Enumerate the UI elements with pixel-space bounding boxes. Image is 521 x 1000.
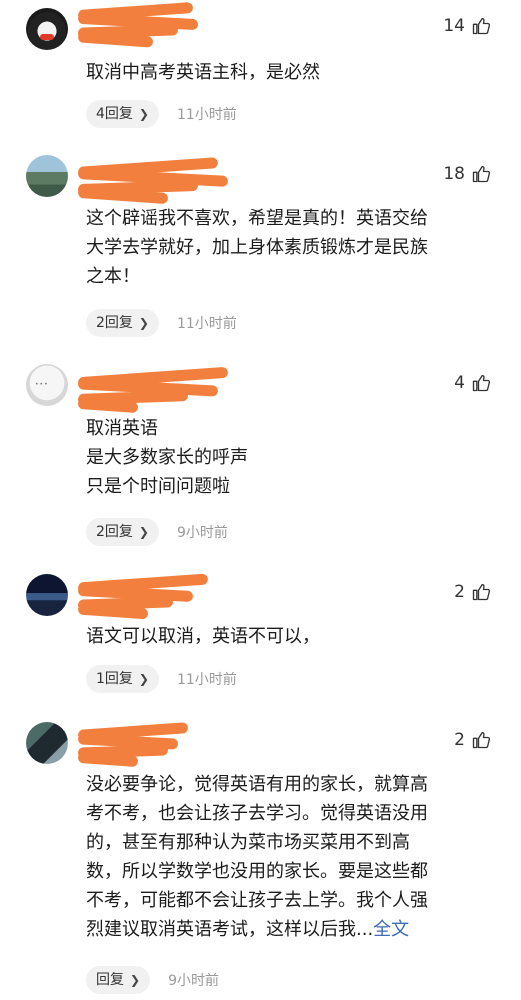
chevron-right-icon: ❯ [138, 672, 149, 686]
thumbs-up-icon [472, 374, 491, 392]
like-button[interactable]: 4 [454, 373, 491, 393]
chevron-right-icon: ❯ [138, 107, 149, 121]
redacted-username [77, 722, 189, 768]
reply-button[interactable]: 4回复 ❯ [86, 100, 159, 128]
reply-button[interactable]: 1回复 ❯ [86, 665, 159, 693]
timestamp: 11小时前 [176, 107, 237, 123]
timestamp: 11小时前 [176, 672, 237, 688]
avatar[interactable] [26, 722, 68, 764]
redacted-username [77, 157, 229, 205]
reply-button[interactable]: 回复 ❯ [86, 966, 151, 994]
comment-meta: 2回复 ❯ 11小时前 [86, 309, 237, 337]
timestamp: 9小时前 [168, 973, 219, 989]
comment-text: 取消英语 是大多数家长的呼声 只是个时间问题啦 [86, 418, 248, 497]
comment-meta: 4回复 ❯ 11小时前 [86, 100, 237, 128]
redacted-username [77, 2, 203, 48]
comment-text: 没必要争论，觉得英语有用的家长，就算高 考不考，也会让孩子去学习。觉得英语没用 … [86, 770, 491, 944]
thumbs-up-icon [472, 17, 491, 35]
reply-button[interactable]: 2回复 ❯ [86, 518, 159, 546]
thumbs-up-icon [472, 731, 491, 749]
chevron-right-icon: ❯ [138, 525, 149, 539]
reply-label: 1回复 [96, 671, 133, 687]
like-button[interactable]: 2 [454, 730, 491, 750]
reply-label: 2回复 [96, 315, 133, 331]
avatar[interactable] [26, 364, 68, 406]
like-button[interactable]: 2 [454, 582, 491, 602]
like-count: 14 [443, 16, 465, 36]
like-count: 4 [454, 373, 465, 393]
thumbs-up-icon [472, 165, 491, 183]
like-count: 18 [443, 164, 465, 184]
like-button[interactable]: 14 [443, 16, 491, 36]
reply-label: 4回复 [96, 106, 133, 122]
like-count: 2 [454, 582, 465, 602]
avatar[interactable] [26, 574, 68, 616]
thumbs-up-icon [472, 583, 491, 601]
avatar[interactable] [26, 155, 68, 197]
expand-full-text-link[interactable]: 全文 [373, 919, 409, 940]
comment-text: 语文可以取消，英语不可以， [86, 626, 320, 647]
chevron-right-icon: ❯ [138, 316, 149, 330]
comment-text: 取消中高考英语主科，是必然 [86, 62, 320, 83]
reply-label: 2回复 [96, 524, 133, 540]
redacted-username [77, 366, 229, 414]
comment-body: 没必要争论，觉得英语有用的家长，就算高 考不考，也会让孩子去学习。觉得英语没用 … [86, 774, 428, 940]
redacted-username [77, 573, 209, 620]
comment-meta: 1回复 ❯ 11小时前 [86, 665, 237, 693]
like-count: 2 [454, 730, 465, 750]
timestamp: 9小时前 [176, 525, 228, 541]
comment-meta: 回复 ❯ 9小时前 [86, 966, 219, 994]
chevron-right-icon: ❯ [130, 973, 141, 987]
avatar[interactable] [26, 8, 68, 50]
reply-label: 回复 [96, 972, 124, 988]
like-button[interactable]: 18 [443, 164, 491, 184]
timestamp: 11小时前 [176, 316, 237, 332]
comment-text: 这个辟谣我不喜欢，希望是真的！英语交给 大学去学就好，加上身体素质锻炼才是民族 … [86, 208, 428, 287]
comment-meta: 2回复 ❯ 9小时前 [86, 518, 228, 546]
reply-button[interactable]: 2回复 ❯ [86, 309, 159, 337]
